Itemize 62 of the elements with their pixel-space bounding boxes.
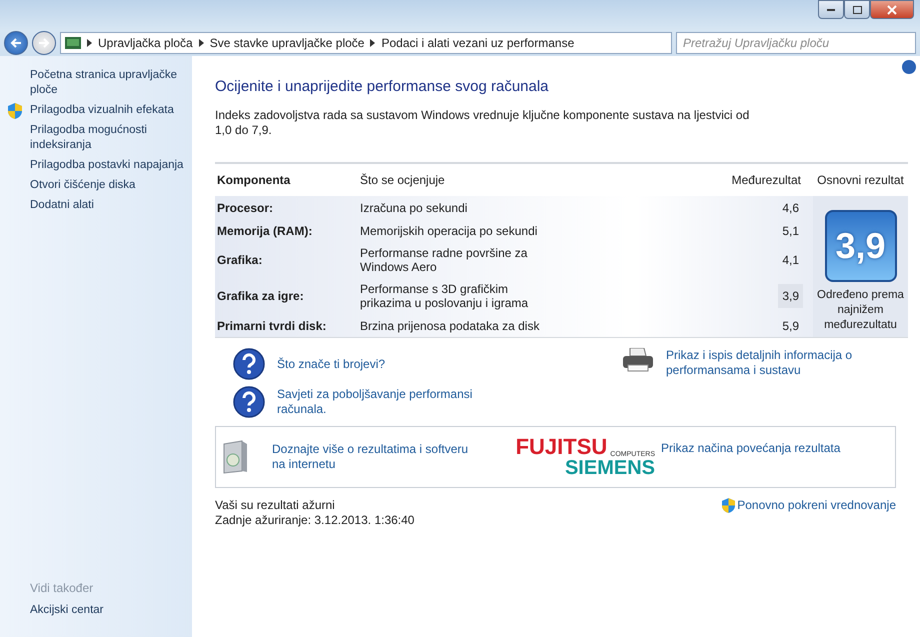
column-header: Što se ocjenjuje [359, 172, 446, 189]
shield-icon [722, 498, 736, 513]
breadcrumb[interactable]: Sve stavke upravljačke ploče [210, 36, 364, 50]
sidebar-link[interactable]: Prilagodba postavki napajanja [30, 158, 190, 173]
chevron-icon [198, 39, 204, 47]
maximize-button[interactable] [844, 0, 870, 19]
sidebar-link[interactable]: Prilagodba mogućnosti indeksiranja [30, 123, 190, 153]
base-score-badge: 3,9 [824, 210, 896, 282]
breadcrumb[interactable]: Podaci i alati vezani uz performanse [381, 36, 574, 50]
sidebar-link[interactable]: Otvori čišćenje diska [30, 178, 190, 193]
last-update-text: Zadnje ažuriranje: 3.12.2013. 1:36:40 [215, 513, 414, 528]
column-header: Komponenta [216, 172, 292, 189]
back-arrow-icon [10, 37, 22, 49]
subscore: 5,1 [781, 224, 800, 238]
table-cell-text: Grafika za igre: [216, 288, 305, 305]
base-score-note: Određeno prema najnižem međurezultatu [816, 288, 905, 333]
subscore: 4,1 [781, 253, 800, 267]
status-text: Vaši su rezultati ažurni [215, 498, 336, 513]
sidebar-link[interactable]: Akcijski centar [30, 603, 190, 618]
oem-link[interactable]: Prikaz načina povećanja rezultata [661, 441, 885, 456]
shield-icon [8, 103, 22, 119]
forward-arrow-icon [38, 37, 50, 49]
close-icon [887, 4, 897, 14]
intro-text: Indeks zadovoljstva rada sa sustavom Windows vrednuje ključne komponente sustava na ljestvici od 1,0 do 7,9. [215, 108, 750, 138]
see-also-heading: Vidi također [30, 581, 94, 595]
table-cell-text: Performanse s 3D grafičkim prikazima u poslovanju i igrama [359, 281, 530, 312]
table-cell-text: Memorijskih operacija po sekundi [359, 222, 538, 240]
table-cell-text: Izračuna po sekundi [359, 200, 468, 216]
page-title: Ocijenite i unaprijedite performanse svog računala [215, 78, 550, 95]
maximize-icon [852, 6, 862, 14]
back-button[interactable] [4, 31, 28, 55]
search-field[interactable]: Pretražuj Upravljačku ploču [676, 32, 916, 54]
sidebar-link[interactable]: Dodatni alati [30, 198, 190, 213]
table-cell-text: Performanse radne površine za Windows Aero [359, 245, 528, 276]
column-header: Međurezultat [730, 172, 802, 189]
control-panel-icon [65, 37, 81, 49]
print-details-link[interactable]: Prikaz i ispis detaljnih informacija o performansama i sustavu [666, 348, 898, 378]
chevron-icon [370, 39, 376, 47]
table-cell-text: Primarni tvrdi disk: [216, 318, 328, 334]
help-link[interactable]: Savjeti za poboljšavanje performansi računala. [277, 387, 477, 417]
online-info-link[interactable]: Doznajte više o rezultatima i softveru na internetu [272, 442, 482, 472]
address-bar[interactable]: Upravljačka ploča Sve stavke upravljačke ploče Podaci i alati vezani uz performanse [60, 32, 672, 54]
forward-button[interactable] [32, 31, 56, 55]
table-cell-text: Brzina prijenosa podataka za disk [359, 318, 540, 334]
table-cell-text: Procesor: [216, 200, 274, 216]
subscore: 5,9 [781, 318, 800, 332]
sidebar-link[interactable]: Prilagodba vizualnih efekata [30, 103, 190, 118]
table-cell-text: Grafika: [216, 252, 264, 269]
table-cell-text: Memorija (RAM): [216, 222, 314, 240]
chevron-icon [87, 39, 92, 47]
rerun-assessment-link[interactable]: Ponovno pokreni vrednovanje [737, 498, 896, 513]
software-box-icon [222, 440, 248, 474]
subscore: 4,6 [781, 200, 800, 214]
subscore: 3,9 [778, 284, 803, 308]
help-link[interactable]: Što znače ti brojevi? [277, 356, 477, 372]
column-header: Osnovni rezultat [816, 172, 905, 189]
sidebar-link[interactable]: Početna stranica upravljačke ploče [30, 68, 190, 98]
minimize-button[interactable] [818, 0, 844, 19]
printer-icon [622, 348, 654, 372]
breadcrumb[interactable]: Upravljačka ploča [98, 36, 193, 50]
close-button[interactable] [870, 0, 914, 19]
minimize-icon [827, 8, 835, 11]
